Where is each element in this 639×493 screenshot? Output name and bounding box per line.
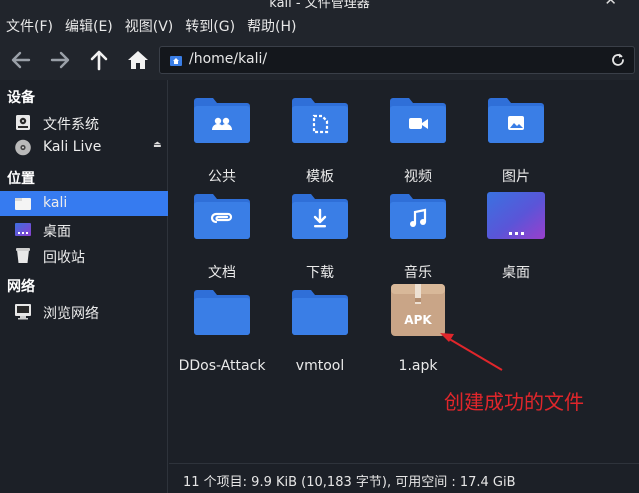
menu-view[interactable]: 视图(V) xyxy=(125,16,174,36)
file-item-downloads[interactable]: 下载 xyxy=(272,192,368,288)
home-button[interactable] xyxy=(123,45,153,75)
desktop-folder-icon xyxy=(487,192,545,239)
file-item-pictures[interactable]: 图片 xyxy=(468,96,564,192)
menu-edit[interactable]: 编辑(E) xyxy=(65,16,113,36)
sidebar-item-kali[interactable]: kali xyxy=(0,191,168,216)
file-label: 1.apk xyxy=(398,358,438,374)
menu-file[interactable]: 文件(F) xyxy=(6,16,53,36)
sidebar-item-label: 浏览网络 xyxy=(43,306,99,322)
close-icon[interactable]: ✕ xyxy=(604,0,617,9)
sidebar-item-label: Kali Live xyxy=(43,139,102,155)
sidebar-item-label: kali xyxy=(43,195,68,211)
folder-downloads-icon xyxy=(292,194,348,239)
file-item-templates[interactable]: 模板 xyxy=(272,96,368,192)
status-text: 11 个项目: 9.9 KiB (10,183 字节), 可用空间 : 17.4… xyxy=(183,475,516,490)
disc-icon xyxy=(15,139,31,156)
arrow-up-icon xyxy=(90,50,108,71)
folder-templates-icon xyxy=(292,98,348,143)
reload-icon[interactable] xyxy=(610,52,626,68)
sidebar-item-label: 文件系统 xyxy=(43,117,99,133)
desktop-icon xyxy=(15,223,31,236)
arrow-right-icon xyxy=(50,51,70,69)
file-item-ddos-attack[interactable]: DDos-Attack xyxy=(174,288,270,384)
location-path[interactable]: /home/kali/ xyxy=(189,51,267,67)
trash-icon xyxy=(16,248,30,263)
file-item-documents[interactable]: 文档 xyxy=(174,192,270,288)
sidebar-section-devices: 设备 xyxy=(7,90,35,106)
file-label: 桌面 xyxy=(502,265,530,281)
apk-badge: APK xyxy=(404,313,432,327)
eject-icon[interactable]: ⏏ xyxy=(153,140,162,150)
file-item-apk[interactable]: APK 1.apk xyxy=(370,284,466,380)
network-icon xyxy=(15,304,31,320)
forward-button[interactable] xyxy=(45,45,75,75)
folder-icon xyxy=(194,290,250,335)
file-item-desktop[interactable]: 桌面 xyxy=(468,192,564,288)
sidebar-item-label: 回收站 xyxy=(43,250,85,266)
sidebar-item-desktop[interactable]: 桌面 xyxy=(0,217,168,242)
sidebar: 设备 文件系统 Kali Live ⏏ 位置 kali 桌面 回收站 网络 浏览… xyxy=(0,80,168,493)
drive-icon xyxy=(16,115,30,130)
window-title: kali - 文件管理器 xyxy=(269,0,370,10)
file-item-videos[interactable]: 视频 xyxy=(370,96,466,192)
status-bar: 11 个项目: 9.9 KiB (10,183 字节), 可用空间 : 17.4… xyxy=(169,463,639,493)
location-bar[interactable]: /home/kali/ xyxy=(159,46,635,74)
sidebar-item-browse-network[interactable]: 浏览网络 xyxy=(0,299,168,324)
file-item-public[interactable]: 公共 xyxy=(174,96,270,192)
sidebar-section-network: 网络 xyxy=(7,279,35,295)
file-item-music[interactable]: 音乐 xyxy=(370,192,466,288)
annotation-text: 创建成功的文件 xyxy=(444,390,584,414)
arrow-left-icon xyxy=(11,51,31,69)
menu-help[interactable]: 帮助(H) xyxy=(247,16,296,36)
sidebar-item-kali-live[interactable]: Kali Live ⏏ xyxy=(0,135,168,160)
folder-public-icon xyxy=(194,98,250,143)
sidebar-item-label: 桌面 xyxy=(43,224,71,240)
folder-pictures-icon xyxy=(488,98,544,143)
sidebar-section-places: 位置 xyxy=(7,171,35,187)
title-bar: kali - 文件管理器 ✕ xyxy=(0,0,639,10)
apk-package-icon: APK xyxy=(391,284,445,336)
sidebar-item-trash[interactable]: 回收站 xyxy=(0,243,168,268)
menu-bar: 文件(F) 编辑(E) 视图(V) 转到(G) 帮助(H) xyxy=(0,10,639,42)
folder-music-icon xyxy=(390,194,446,239)
home-folder-icon xyxy=(15,198,31,210)
folder-documents-icon xyxy=(194,194,250,239)
menu-go[interactable]: 转到(G) xyxy=(185,16,235,36)
home-folder-icon xyxy=(170,56,182,66)
file-label: 图片 xyxy=(502,169,530,185)
sidebar-item-filesystem[interactable]: 文件系统 xyxy=(0,110,168,135)
folder-icon xyxy=(292,290,348,335)
back-button[interactable] xyxy=(6,45,36,75)
folder-videos-icon xyxy=(390,98,446,143)
file-item-vmtool[interactable]: vmtool xyxy=(272,288,368,384)
home-icon xyxy=(128,51,148,69)
up-button[interactable] xyxy=(84,45,114,75)
